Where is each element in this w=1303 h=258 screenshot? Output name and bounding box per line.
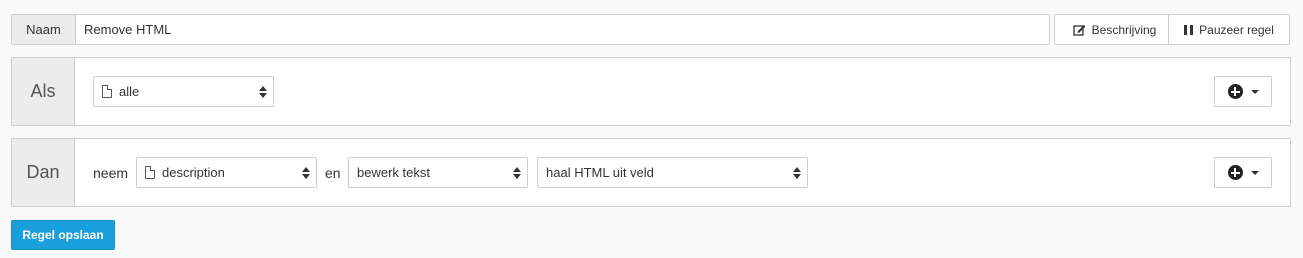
select-caret-icon [259,85,267,98]
plus-circle-icon [1227,84,1243,99]
condition-select[interactable]: alle [93,76,274,107]
document-icon [145,166,155,179]
name-row: Naam Beschrijving Pauzeer regel [11,14,1291,45]
pause-rule-button[interactable]: Pauzeer regel [1168,14,1290,45]
add-action-button[interactable] [1214,157,1272,188]
en-text: en [325,165,341,181]
action-panel-label: Dan [12,139,75,206]
save-rule-button[interactable]: Regel opslaan [11,220,115,250]
plus-circle-icon [1227,165,1243,180]
name-label: Naam [12,15,76,44]
rule-editor: Naam Beschrijving Pauzeer regel Als alle [0,0,1303,258]
caret-down-icon [1250,170,1259,175]
condition-panel-label: Als [12,58,75,125]
description-button-label: Beschrijving [1091,22,1157,37]
select-caret-icon [513,166,521,179]
action-select-value: bewerk tekst [357,165,430,180]
condition-panel: Als alle [11,57,1291,126]
subaction-select[interactable]: haal HTML uit veld [537,157,808,188]
subaction-select-value: haal HTML uit veld [546,165,654,180]
add-condition-button[interactable] [1214,76,1272,107]
select-caret-icon [793,166,801,179]
name-input[interactable] [76,15,1049,44]
condition-select-value: alle [119,84,140,99]
description-button[interactable]: Beschrijving [1054,14,1175,45]
field-select-value: description [162,165,225,180]
name-input-group: Naam [11,14,1050,45]
neem-text: neem [93,165,129,181]
pause-rule-button-label: Pauzeer regel [1199,22,1274,37]
field-select[interactable]: description [136,157,317,188]
document-icon [102,85,112,98]
action-panel: Dan neem description en bewerk tekst haa… [11,138,1291,207]
edit-icon [1072,24,1086,36]
pause-icon [1184,24,1194,35]
action-select[interactable]: bewerk tekst [348,157,528,188]
select-caret-icon [302,166,310,179]
caret-down-icon [1250,89,1259,94]
